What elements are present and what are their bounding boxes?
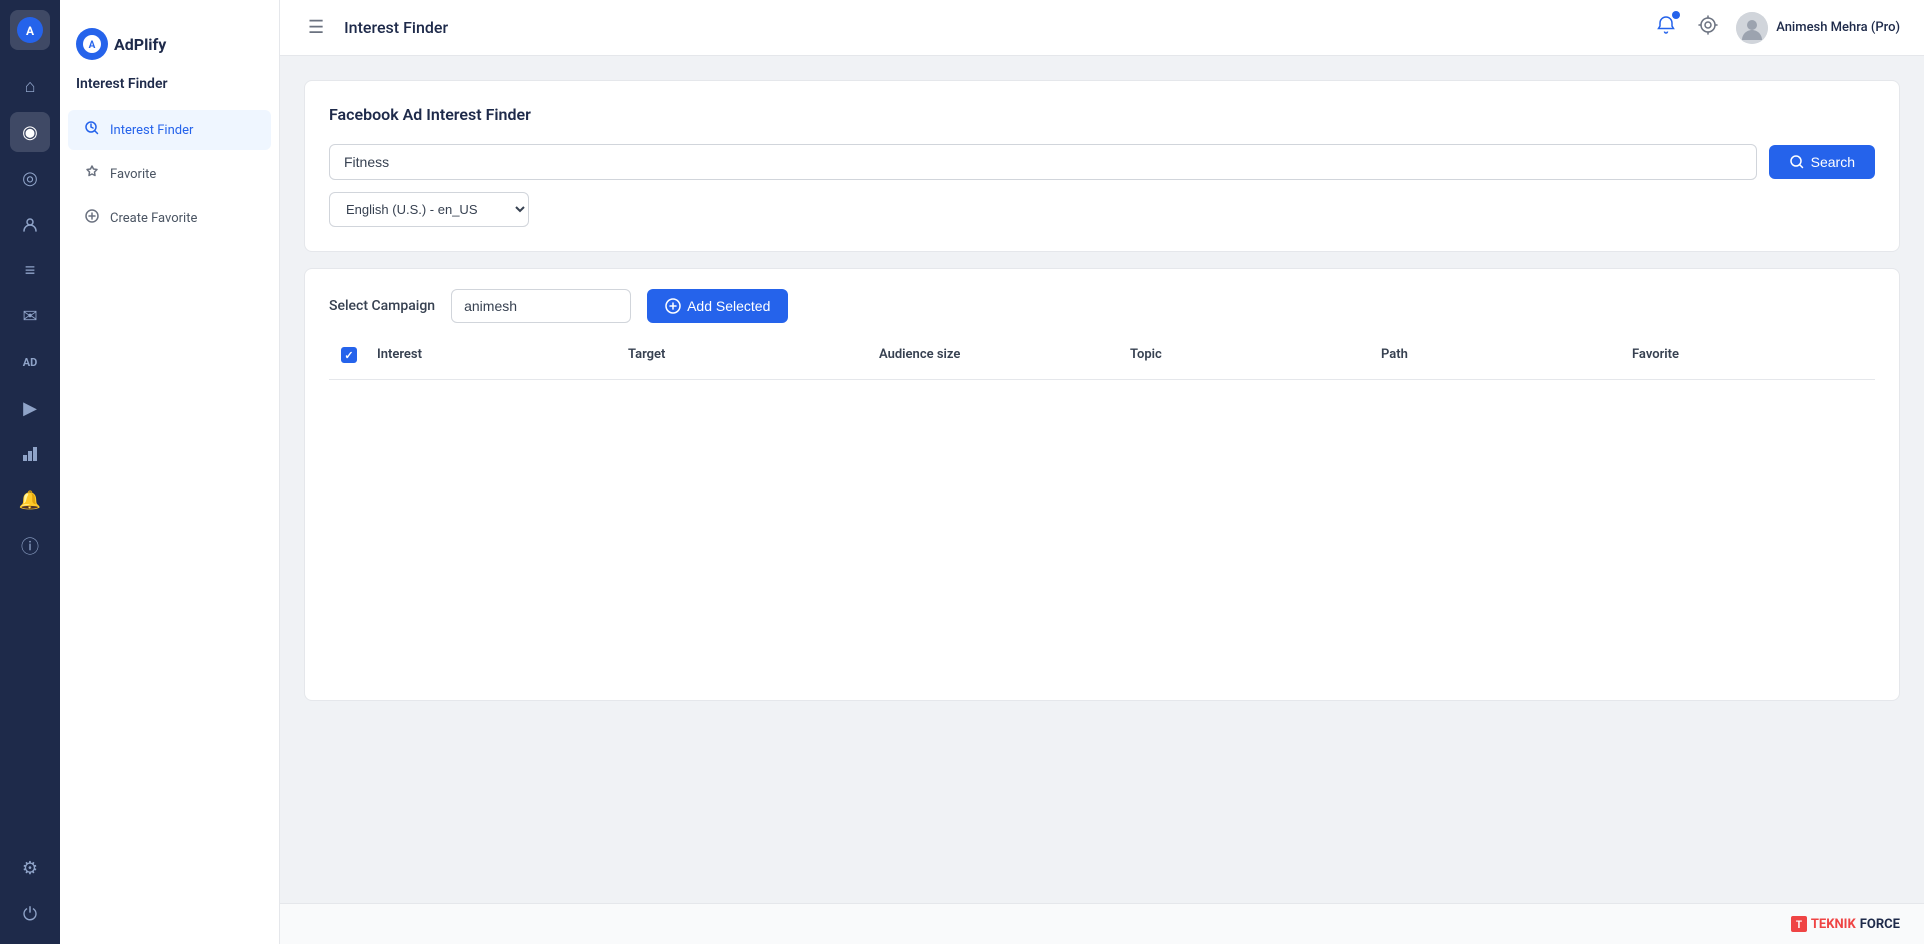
mail-icon[interactable]: ✉ [10, 296, 50, 336]
nav-section-title: Interest Finder [60, 76, 279, 108]
user-name: Animesh Mehra (Pro) [1776, 20, 1900, 35]
create-favorite-icon [84, 208, 100, 228]
search-button[interactable]: Search [1769, 145, 1875, 179]
user-info[interactable]: Animesh Mehra (Pro) [1736, 12, 1900, 44]
nav-sidebar: A AdPlify Interest Finder Interest Finde… [60, 0, 280, 944]
table-header: ✓ Interest Target Audience size Topic Pa… [329, 343, 1875, 380]
crosshair-button[interactable] [1694, 11, 1722, 44]
col-path: Path [1373, 343, 1624, 367]
page-body: Facebook Ad Interest Finder Search Engli… [280, 56, 1924, 903]
adplify-logo: A AdPlify [60, 20, 279, 76]
power-icon[interactable]: ⏻ [10, 894, 50, 934]
target-icon[interactable]: ◎ [10, 158, 50, 198]
language-select[interactable]: English (U.S.) - en_US [329, 192, 529, 227]
interest-finder-icon [84, 120, 100, 140]
person-circle-icon[interactable] [10, 204, 50, 244]
header-actions: Animesh Mehra (Pro) [1652, 11, 1900, 44]
col-target: Target [620, 343, 871, 367]
col-topic: Topic [1122, 343, 1373, 367]
search-input[interactable] [329, 144, 1757, 180]
bell-sidebar-icon[interactable]: 🔔 [10, 480, 50, 520]
svg-text:T: T [1796, 920, 1802, 931]
search-row: Search [329, 144, 1875, 180]
table-empty-body [329, 380, 1875, 680]
search-card: Facebook Ad Interest Finder Search Engli… [304, 80, 1900, 252]
top-header: ☰ Interest Finder [280, 0, 1924, 56]
hamburger-button[interactable]: ☰ [304, 13, 328, 42]
svg-text:A: A [89, 40, 96, 51]
col-interest: Interest [369, 343, 620, 367]
nav-label-create-favorite: Create Favorite [110, 211, 197, 226]
avatar [1736, 12, 1768, 44]
main-content: ☰ Interest Finder [280, 0, 1924, 944]
video-icon[interactable]: ▶ [10, 388, 50, 428]
info-circle-icon[interactable]: ⓘ [10, 526, 50, 566]
campaign-label: Select Campaign [329, 298, 435, 314]
col-favorite: Favorite [1624, 343, 1875, 367]
col-audience-size: Audience size [871, 343, 1122, 367]
logo-icon[interactable]: A [10, 10, 50, 50]
page-header-title: Interest Finder [344, 18, 1652, 37]
nav-label-favorite: Favorite [110, 167, 156, 182]
teknikforce-logo: T TEKNIKFORCE [1791, 916, 1900, 932]
ad-square-icon[interactable]: AD [10, 342, 50, 382]
campaign-section: Select Campaign Add Selected ✓ Interest [304, 268, 1900, 701]
nav-item-interest-finder[interactable]: Interest Finder [68, 110, 271, 150]
adplify-logo-text: AdPlify [114, 35, 166, 54]
nav-item-favorite[interactable]: Favorite [68, 154, 271, 194]
adplify-logo-icon: A [76, 28, 108, 60]
list-icon[interactable]: ≡ [10, 250, 50, 290]
icon-sidebar: A ⌂ ◉ ◎ ≡ ✉ AD ▶ 🔔 ⓘ ⚙ ⏻ [0, 0, 60, 944]
eye-icon[interactable]: ◉ [10, 112, 50, 152]
nav-item-create-favorite[interactable]: Create Favorite [68, 198, 271, 238]
page-footer: T TEKNIKFORCE [280, 903, 1924, 944]
dashboard-icon[interactable]: ⌂ [10, 66, 50, 106]
add-selected-button[interactable]: Add Selected [647, 289, 788, 323]
table: ✓ Interest Target Audience size Topic Pa… [329, 343, 1875, 680]
select-all-checkbox[interactable]: ✓ [341, 347, 357, 363]
page-title: Facebook Ad Interest Finder [329, 105, 1875, 124]
chart-bar-icon[interactable] [10, 434, 50, 474]
teknikforce-logo-icon: T [1791, 916, 1807, 932]
nav-label-interest-finder: Interest Finder [110, 123, 193, 138]
svg-text:A: A [26, 24, 35, 38]
notification-bell-button[interactable] [1652, 11, 1680, 44]
gear-icon[interactable]: ⚙ [10, 848, 50, 888]
campaign-input[interactable] [451, 289, 631, 323]
star-icon [84, 164, 100, 184]
campaign-row: Select Campaign Add Selected [329, 289, 1875, 323]
table-checkbox-header[interactable]: ✓ [329, 343, 369, 367]
logo-area: A [10, 10, 50, 50]
